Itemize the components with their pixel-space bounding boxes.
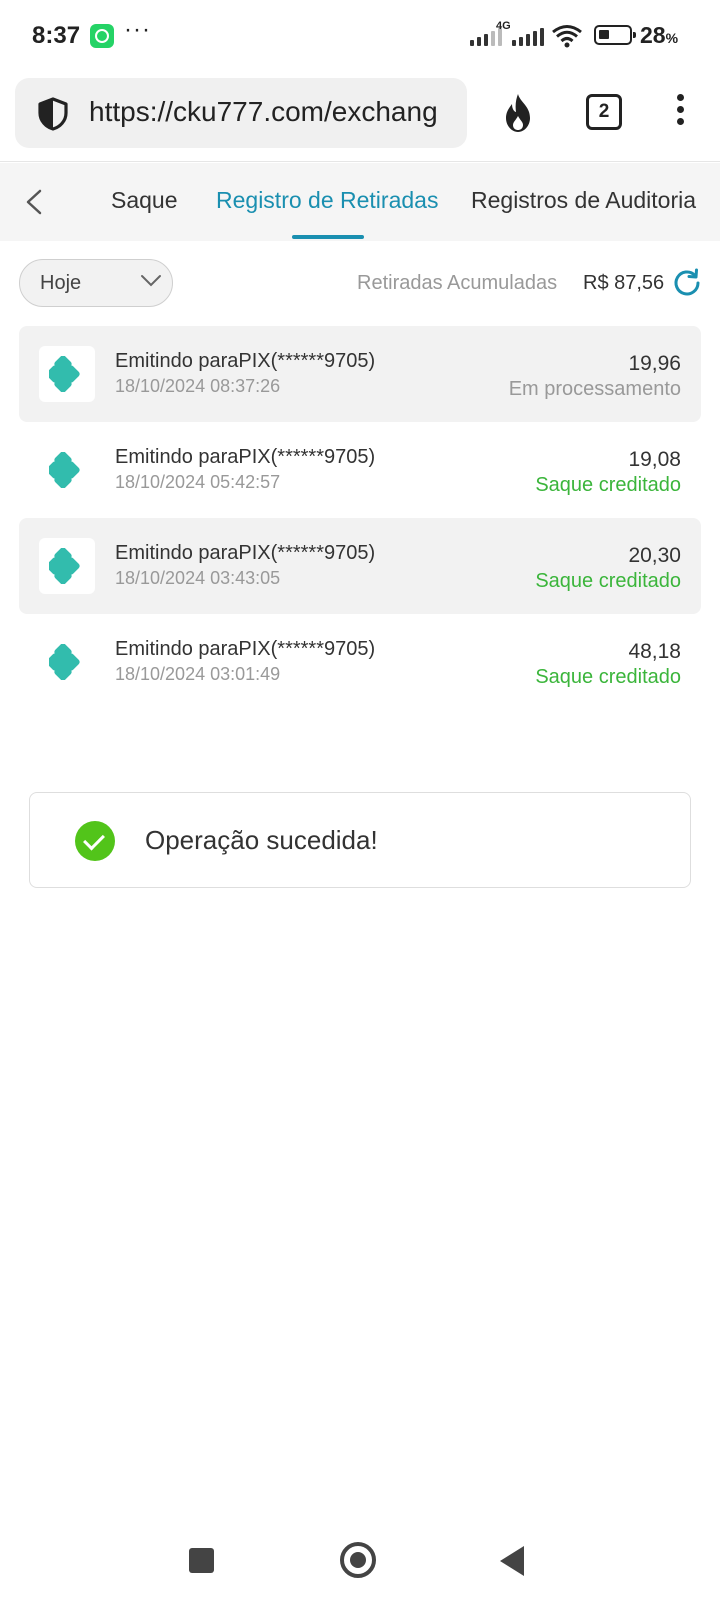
address-bar[interactable]: https://cku777.com/exchang [15,78,467,148]
record-title: Emitindo paraPIX(******9705) [115,446,376,468]
accumulated-value: R$ 87,56 [583,272,665,294]
list-item[interactable]: Emitindo paraPIX(******9705) 18/10/2024 … [19,326,701,422]
status-bar: 8:37 ··· 4G 28% [0,0,720,72]
status-time: 8:37 [32,22,81,49]
home-icon[interactable] [340,1542,376,1578]
record-amount: 20,30 [628,544,681,567]
record-amount: 48,18 [628,640,681,663]
date-filter-select[interactable]: Hoje [19,259,173,307]
battery-icon [594,25,636,45]
record-amount: 19,96 [628,352,681,375]
date-filter-value: Hoje [40,272,82,294]
whatsapp-notification-icon [90,24,114,48]
record-status: Em processamento [508,378,681,400]
chevron-down-icon [141,275,161,287]
wifi-icon [552,25,582,48]
back-arrow-icon[interactable] [24,189,44,215]
browser-toolbar: https://cku777.com/exchang 2 [0,72,720,162]
list-item[interactable]: Emitindo paraPIX(******9705) 18/10/2024 … [19,422,701,518]
tabs-button[interactable]: 2 [586,94,622,130]
pix-icon [49,548,80,584]
record-title: Emitindo paraPIX(******9705) [115,350,376,372]
success-toast: Operação sucedida! [29,792,691,888]
battery-level: 28% [640,22,679,48]
recent-apps-icon[interactable] [189,1548,214,1573]
pix-icon [49,356,80,392]
tab-registro-de-retiradas[interactable]: Registro de Retiradas [216,187,438,214]
list-item[interactable]: Emitindo paraPIX(******9705) 18/10/2024 … [19,518,701,614]
pix-logo-container [39,346,95,402]
pix-icon [49,452,80,488]
record-status: Saque creditado [535,666,681,688]
accumulated-label: Retiradas Acumuladas [357,272,558,294]
record-date: 18/10/2024 03:01:49 [115,664,281,684]
menu-icon[interactable] [670,94,690,132]
refresh-icon[interactable] [672,268,702,298]
more-notifications-icon: ··· [124,16,151,43]
pix-logo-container [39,538,95,594]
active-tab-indicator [292,235,364,239]
check-circle-icon [75,821,115,861]
url-text[interactable]: https://cku777.com/exchang [89,96,438,128]
shield-icon[interactable] [35,96,71,132]
record-status: Saque creditado [535,570,681,592]
toast-message: Operação sucedida! [145,825,378,855]
list-item[interactable]: Emitindo paraPIX(******9705) 18/10/2024 … [19,614,701,710]
record-status: Saque creditado [535,474,681,496]
signal-icon-2 [512,28,544,46]
record-title: Emitindo paraPIX(******9705) [115,638,376,660]
withdrawal-records-list: Emitindo paraPIX(******9705) 18/10/2024 … [19,326,701,710]
tab-saque[interactable]: Saque [111,187,178,214]
tab-navigation: Saque Registro de Retiradas Registros de… [0,163,720,241]
record-amount: 19,08 [628,448,681,471]
back-icon[interactable] [500,1546,524,1576]
pix-logo-container [39,442,95,498]
pix-icon [49,644,80,680]
fire-icon[interactable] [498,92,538,134]
pix-logo-container [39,634,95,690]
record-date: 18/10/2024 03:43:05 [115,568,281,588]
tab-registros-de-auditoria[interactable]: Registros de Auditoria [471,187,696,214]
record-title: Emitindo paraPIX(******9705) [115,542,376,564]
record-date: 18/10/2024 05:42:57 [115,472,281,492]
network-type: 4G [496,20,511,32]
record-date: 18/10/2024 08:37:26 [115,376,281,396]
system-navigation-bar [0,1520,720,1600]
